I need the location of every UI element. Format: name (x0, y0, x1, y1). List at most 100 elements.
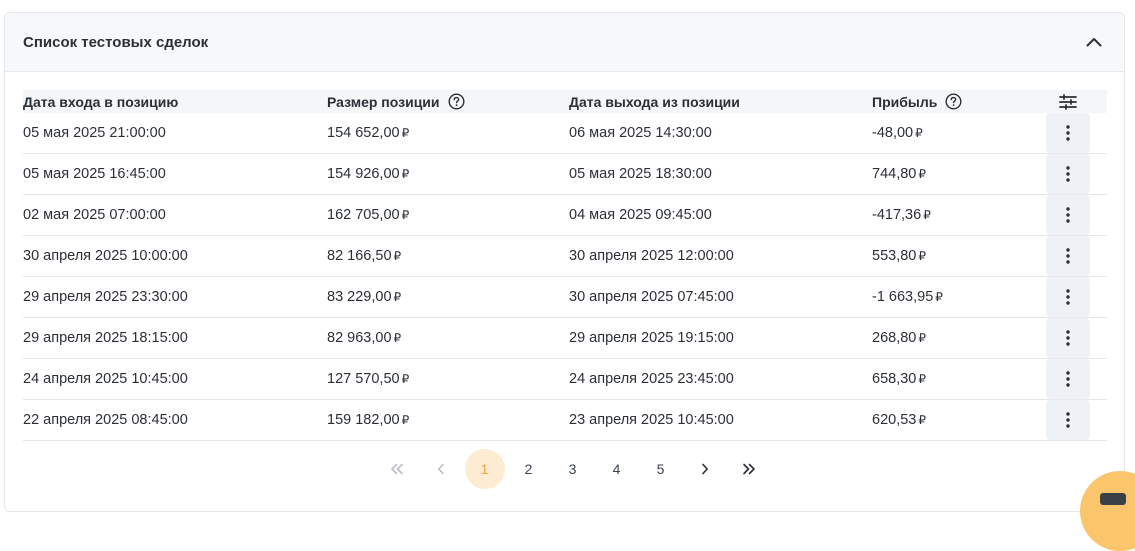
currency-symbol: ₽ (393, 249, 402, 263)
currency-symbol: ₽ (935, 290, 943, 304)
size-value: 154 926,00 (327, 166, 400, 182)
chevron-left-icon[interactable] (421, 449, 461, 489)
table-row: 05 мая 2025 21:00:00 154 652,00 ₽ 06 мая… (23, 113, 1107, 154)
profit-cell: 553,80 ₽ (872, 248, 1029, 264)
row-actions (1029, 400, 1107, 440)
currency-symbol: ₽ (393, 290, 402, 304)
question-circle-icon[interactable] (448, 93, 465, 110)
chevron-up-icon[interactable] (1082, 30, 1106, 54)
profit-cell: -1 663,95 ₽ (872, 289, 1029, 305)
header-profit: Прибыль (872, 93, 1029, 110)
header-profit-label: Прибыль (872, 93, 938, 110)
entry-date-cell: 30 апреля 2025 10:00:00 (23, 248, 188, 264)
more-vertical-icon[interactable] (1046, 400, 1090, 440)
entry-date-cell: 02 мая 2025 07:00:00 (23, 207, 166, 223)
chevron-right-icon[interactable] (685, 449, 725, 489)
chevrons-left-icon[interactable] (377, 449, 417, 489)
exit-date-cell: 29 апреля 2025 19:15:00 (569, 330, 734, 346)
profit-cell: 658,30 ₽ (872, 371, 1029, 387)
table-row: 02 мая 2025 07:00:00 162 705,00 ₽ 04 мая… (23, 195, 1107, 236)
currency-symbol: ₽ (918, 413, 926, 427)
profit-cell: 268,80 ₽ (872, 330, 1029, 346)
size-cell: 162 705,00 ₽ (327, 207, 569, 223)
currency-symbol: ₽ (918, 331, 926, 345)
size-value: 83 229,00 (327, 289, 392, 305)
profit-value: 553,80 (872, 248, 917, 264)
exit-date-cell: 30 апреля 2025 07:45:00 (569, 289, 734, 305)
pagination: 12345 (5, 449, 1124, 489)
row-actions (1029, 318, 1107, 358)
more-vertical-icon[interactable] (1046, 359, 1090, 399)
profit-value: -1 663,95 (872, 289, 934, 305)
size-cell: 127 570,50 ₽ (327, 371, 569, 387)
currency-symbol: ₽ (401, 413, 410, 427)
header-size: Размер позиции (327, 93, 569, 110)
exit-date-cell: 30 апреля 2025 12:00:00 (569, 248, 734, 264)
profit-value: 744,80 (872, 166, 917, 182)
row-actions (1029, 195, 1107, 235)
page-button[interactable]: 2 (509, 449, 549, 489)
exit-date-cell: 05 мая 2025 18:30:00 (569, 166, 712, 182)
more-vertical-icon[interactable] (1046, 195, 1090, 235)
profit-cell: -48,00 ₽ (872, 125, 1029, 141)
table-row: 24 апреля 2025 10:45:00 127 570,50 ₽ 24 … (23, 359, 1107, 400)
currency-symbol: ₽ (401, 167, 410, 181)
entry-date-cell: 05 мая 2025 16:45:00 (23, 166, 166, 182)
currency-symbol: ₽ (918, 167, 926, 181)
size-cell: 82 963,00 ₽ (327, 330, 569, 346)
entry-date-cell: 29 апреля 2025 23:30:00 (23, 289, 188, 305)
more-vertical-icon[interactable] (1046, 318, 1090, 358)
header-entry-date: Дата входа в позицию (23, 93, 179, 110)
header-exit-date: Дата выхода из позиции (569, 93, 740, 110)
exit-date-cell: 24 апреля 2025 23:45:00 (569, 371, 734, 387)
page-button[interactable]: 5 (641, 449, 681, 489)
table-row: 22 апреля 2025 08:45:00 159 182,00 ₽ 23 … (23, 400, 1107, 441)
more-vertical-icon[interactable] (1046, 154, 1090, 194)
profit-cell: 620,53 ₽ (872, 412, 1029, 428)
page-button[interactable]: 3 (553, 449, 593, 489)
profit-value: 658,30 (872, 371, 917, 387)
currency-symbol: ₽ (923, 208, 931, 222)
header-size-label: Размер позиции (327, 93, 440, 110)
table-body: 05 мая 2025 21:00:00 154 652,00 ₽ 06 мая… (23, 113, 1107, 441)
table-row: 29 апреля 2025 18:15:00 82 963,00 ₽ 29 а… (23, 318, 1107, 359)
size-cell: 82 166,50 ₽ (327, 248, 569, 264)
size-value: 127 570,50 (327, 371, 400, 387)
table-row: 29 апреля 2025 23:30:00 83 229,00 ₽ 30 а… (23, 277, 1107, 318)
profit-value: 268,80 (872, 330, 917, 346)
exit-date-cell: 06 мая 2025 14:30:00 (569, 125, 712, 141)
exit-date-cell: 23 апреля 2025 10:45:00 (569, 412, 734, 428)
size-cell: 159 182,00 ₽ (327, 412, 569, 428)
more-vertical-icon[interactable] (1046, 236, 1090, 276)
size-value: 82 166,50 (327, 248, 392, 264)
size-value: 154 652,00 (327, 125, 400, 141)
profit-value: 620,53 (872, 412, 917, 428)
entry-date-cell: 05 мая 2025 21:00:00 (23, 125, 166, 141)
profit-cell: -417,36 ₽ (872, 207, 1029, 223)
entry-date-cell: 24 апреля 2025 10:45:00 (23, 371, 188, 387)
more-vertical-icon[interactable] (1046, 113, 1090, 153)
profit-value: -417,36 (872, 207, 922, 223)
question-circle-icon[interactable] (945, 93, 962, 110)
size-value: 159 182,00 (327, 412, 400, 428)
page-button[interactable]: 1 (464, 449, 505, 489)
trades-table: Дата входа в позицию Размер позиции Дата… (23, 90, 1107, 441)
currency-symbol: ₽ (401, 372, 410, 386)
size-value: 162 705,00 (327, 207, 400, 223)
currency-symbol: ₽ (401, 126, 410, 140)
sliders-icon[interactable] (1029, 93, 1107, 110)
entry-date-cell: 22 апреля 2025 08:45:00 (23, 412, 188, 428)
card-header[interactable]: Список тестовых сделок (5, 13, 1124, 72)
row-actions (1029, 113, 1107, 153)
more-vertical-icon[interactable] (1046, 277, 1090, 317)
currency-symbol: ₽ (918, 249, 926, 263)
table-header: Дата входа в позицию Размер позиции Дата… (23, 90, 1107, 113)
chevrons-right-icon[interactable] (729, 449, 769, 489)
size-cell: 154 652,00 ₽ (327, 125, 569, 141)
entry-date-cell: 29 апреля 2025 18:15:00 (23, 330, 188, 346)
page-button[interactable]: 4 (597, 449, 637, 489)
row-actions (1029, 236, 1107, 276)
table-row: 05 мая 2025 16:45:00 154 926,00 ₽ 05 мая… (23, 154, 1107, 195)
currency-symbol: ₽ (393, 331, 402, 345)
size-cell: 154 926,00 ₽ (327, 166, 569, 182)
